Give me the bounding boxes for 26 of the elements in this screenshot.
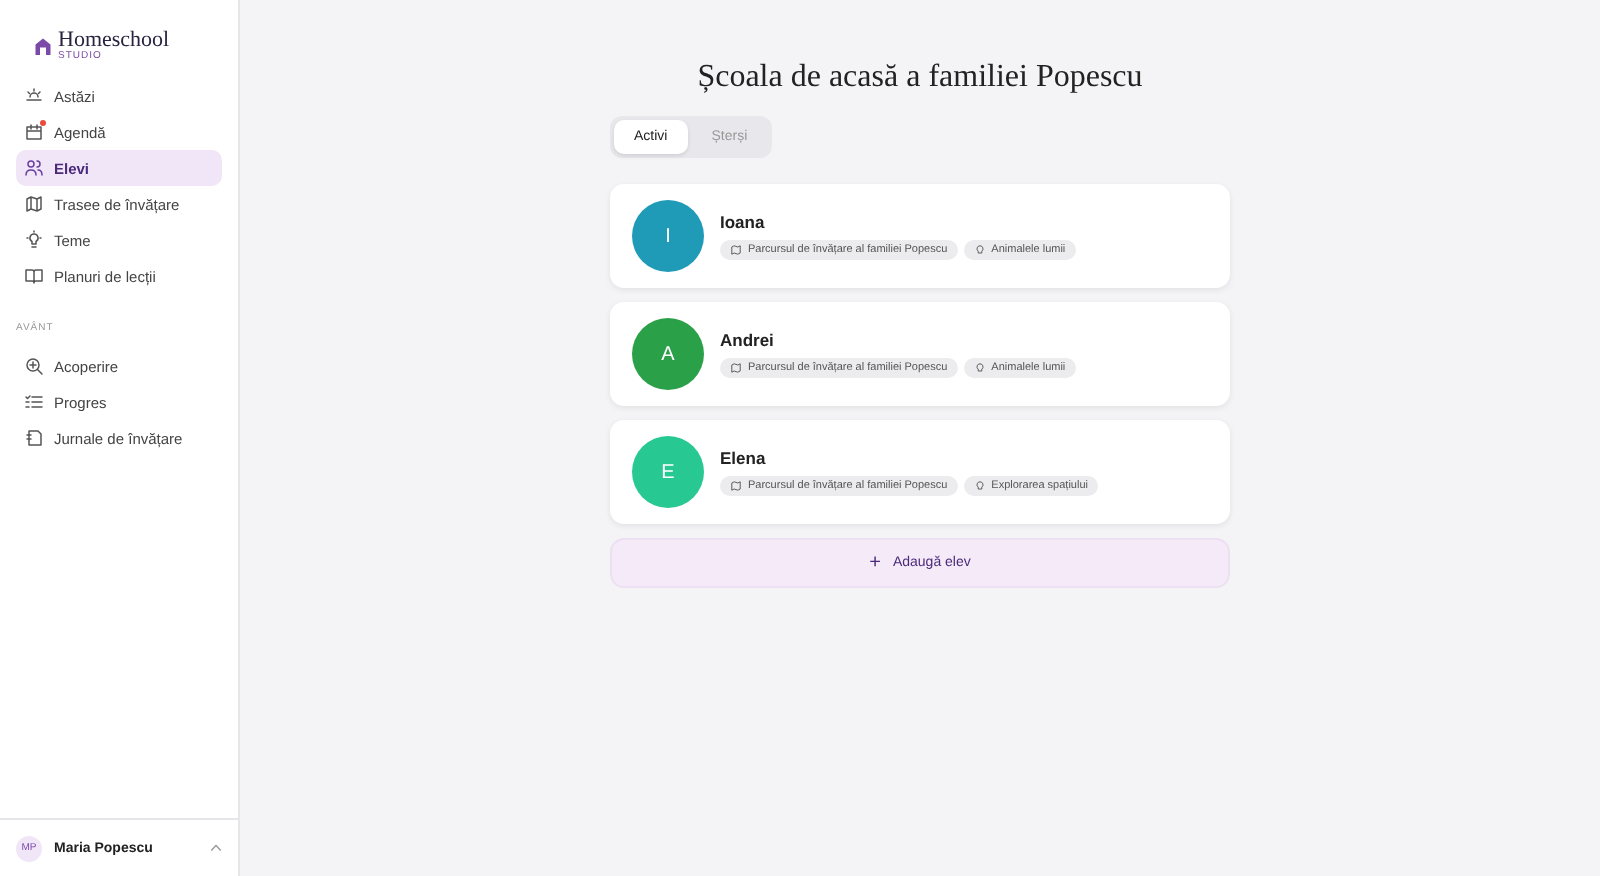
lightbulb-icon: [973, 362, 986, 374]
nav-icon: [24, 86, 44, 106]
student-name: Elena: [720, 448, 768, 468]
plus-icon: +: [869, 552, 881, 574]
nav-icon: [24, 230, 44, 250]
logo-name: Homeschool: [58, 30, 170, 52]
lightbulb-icon: [973, 244, 986, 256]
nav-icon: [24, 356, 44, 376]
nav-icon: [24, 428, 44, 448]
student-avatar: I: [632, 200, 704, 272]
map-icon: [730, 244, 742, 256]
page-title: Școala de acasă a familiei Popescu: [697, 60, 1143, 96]
lightbulb-icon: [973, 480, 986, 492]
nav-icon: [24, 266, 44, 286]
student-name: Andrei: [720, 330, 776, 350]
map-icon: [730, 480, 742, 492]
chevron-up-icon[interactable]: [210, 844, 222, 852]
student-avatar: E: [632, 436, 704, 508]
student-avatar: A: [632, 318, 704, 390]
logo-icon: [34, 36, 52, 56]
nav-icon: [24, 122, 44, 142]
nav-icon: [24, 194, 44, 214]
nav-icon: [24, 392, 44, 412]
nav-icon: [24, 158, 44, 178]
map-icon: [730, 362, 742, 374]
student-name: Ioana: [720, 212, 767, 232]
